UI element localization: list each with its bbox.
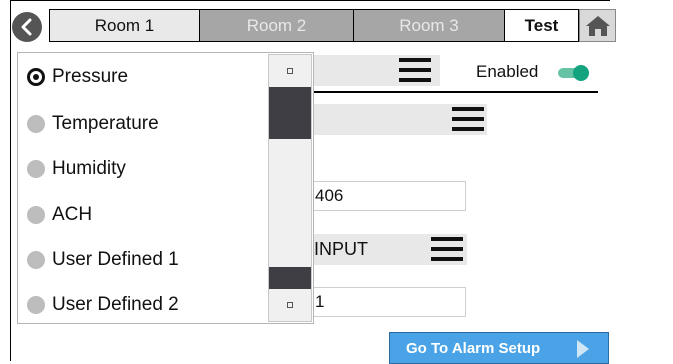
channel-field[interactable]: 1 (312, 287, 466, 317)
divider (300, 91, 598, 93)
option-user-defined-2[interactable]: User Defined 2 (27, 290, 179, 320)
frame-top-border (10, 0, 610, 1)
tab-label: Room 2 (246, 15, 307, 35)
home-icon (585, 15, 610, 36)
value-field[interactable]: 406 (312, 181, 466, 211)
radio-unselected-icon (27, 251, 45, 269)
back-arrow-icon (21, 18, 32, 36)
hamburger-menu-icon[interactable] (452, 107, 484, 131)
scroll-down-button[interactable] (269, 289, 311, 321)
tab-room-2[interactable]: Room 2 (199, 9, 354, 42)
dropdown-scrollbar[interactable] (268, 54, 312, 322)
tab-label: Test (524, 15, 559, 35)
enabled-toggle[interactable] (556, 65, 589, 81)
tab-test[interactable]: Test (504, 9, 579, 42)
arrow-right-icon (577, 340, 589, 358)
go-to-alarm-setup-button[interactable]: Go To Alarm Setup (389, 332, 609, 364)
radio-unselected-icon (27, 160, 45, 178)
option-label: ACH (52, 204, 93, 225)
radio-unselected-icon (27, 296, 45, 314)
input-select-label: INPUT (314, 239, 368, 259)
frame-border (10, 0, 11, 361)
hamburger-menu-icon[interactable] (431, 237, 463, 261)
hamburger-menu-icon[interactable] (399, 58, 431, 82)
option-label: Pressure (52, 66, 129, 87)
alarm-button-label: Go To Alarm Setup (406, 339, 541, 357)
home-button[interactable] (579, 9, 616, 42)
channel-field-text: 1 (315, 292, 325, 311)
scroll-up-button[interactable] (269, 55, 311, 87)
option-label: User Defined 2 (52, 294, 179, 315)
scrollbar-track-segment (269, 267, 311, 289)
radio-unselected-icon (27, 115, 45, 133)
option-temperature[interactable]: Temperature (27, 109, 159, 139)
option-label: Humidity (52, 158, 126, 179)
sensor-type-dropdown[interactable]: Pressure Temperature Humidity ACH User D… (17, 52, 314, 324)
tab-room-1[interactable]: Room 1 (49, 9, 200, 42)
option-humidity[interactable]: Humidity (27, 154, 126, 184)
option-label: Temperature (52, 113, 159, 134)
value-field-text: 406 (315, 186, 344, 205)
scrollbar-thumb[interactable] (269, 87, 311, 139)
tab-room-3[interactable]: Room 3 (353, 9, 505, 42)
back-button[interactable] (12, 12, 42, 42)
option-user-defined-1[interactable]: User Defined 1 (27, 245, 179, 275)
radio-unselected-icon (27, 206, 45, 224)
enabled-label: Enabled (476, 62, 539, 81)
option-pressure[interactable]: Pressure (27, 62, 128, 92)
tab-label: Room 1 (94, 15, 155, 35)
tab-label: Room 3 (399, 15, 459, 35)
option-label: User Defined 1 (52, 249, 179, 270)
radio-selected-icon (27, 68, 45, 86)
option-ach[interactable]: ACH (27, 200, 92, 230)
